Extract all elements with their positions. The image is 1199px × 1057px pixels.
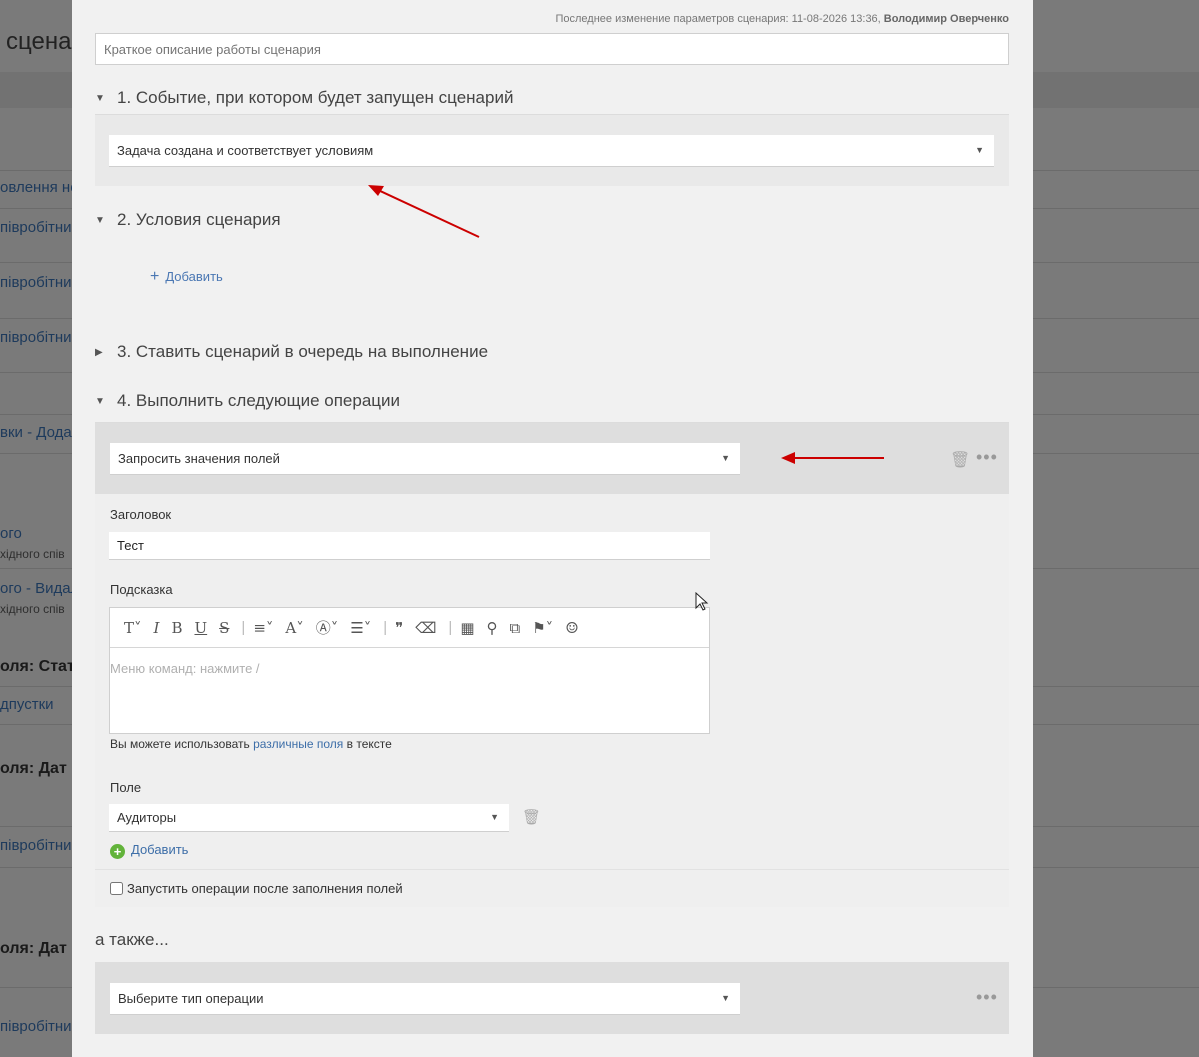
quote-icon[interactable]: ❞ xyxy=(395,619,403,637)
underline-icon[interactable]: U xyxy=(194,619,207,637)
toolbar-separator: | xyxy=(241,619,246,636)
list-icon[interactable]: ☰˅ xyxy=(350,619,371,637)
section-event-toggle[interactable]: ▼ 1. Событие, при котором будет запущен с… xyxy=(95,88,513,108)
toolbar-separator: | xyxy=(448,619,453,636)
text-size-icon[interactable]: T˅ xyxy=(124,619,142,637)
event-panel: Задача создана и соответствует условиям … xyxy=(95,115,1009,186)
heading-input[interactable]: Тест xyxy=(109,532,710,560)
section-operations-toggle[interactable]: ▼ 4. Выполнить следующие операции xyxy=(95,391,400,411)
operation-panel: Запросить значения полей ▼ 🗑 ••• xyxy=(95,423,1009,494)
embed-icon[interactable]: ⧉ xyxy=(510,619,521,637)
emoji-icon[interactable]: ☺ xyxy=(565,619,578,637)
additional-operation-panel: Выберите тип операции ▼ ••• xyxy=(95,962,1009,1034)
fields-link[interactable]: различные поля xyxy=(253,737,343,751)
hint-text-after: в тексте xyxy=(346,737,392,751)
editor-toolbar: T˅ I B U S | ≡˅ A˅ Ⓐ˅ ☰˅ | ❞ ⌫ | ▦ ⚲ ⧉ ⚑… xyxy=(110,608,709,648)
bg-row: овлення не xyxy=(0,179,79,196)
section-conditions-toggle[interactable]: ▼ 2. Условия сценария xyxy=(95,210,281,230)
heading-label: Заголовок xyxy=(110,507,172,522)
clear-format-icon[interactable]: ⌫ xyxy=(415,619,436,637)
bg-row-sub: хідного спів xyxy=(0,602,65,616)
section-queue-toggle[interactable]: ▶ 3. Ставить сценарий в очередь на выполн… xyxy=(95,342,488,362)
run-after-label: Запустить операции после заполнения поле… xyxy=(127,881,403,896)
more-options-icon[interactable]: ••• xyxy=(976,987,998,1008)
field-select-value: Аудиторы xyxy=(117,810,177,825)
strikethrough-icon[interactable]: S xyxy=(219,619,229,637)
add-condition-label: Добавить xyxy=(165,269,223,284)
trash-icon[interactable]: 🗑 xyxy=(522,808,541,826)
chevron-down-icon: ▼ xyxy=(490,812,499,822)
section-conditions-title: 2. Условия сценария xyxy=(117,210,281,229)
also-title: а также... xyxy=(95,930,169,949)
bg-row: ого xyxy=(0,525,22,542)
field-select[interactable]: Аудиторы ▼ xyxy=(109,804,509,832)
bg-page-title: сцена xyxy=(6,28,72,55)
chevron-down-icon: ▼ xyxy=(975,145,984,155)
font-color-icon[interactable]: A˅ xyxy=(285,619,303,637)
operation-type-placeholder: Выберите тип операции xyxy=(118,991,264,1006)
chevron-down-icon: ▼ xyxy=(721,993,730,1003)
hint-help-text: Вы можете использовать различные поля в … xyxy=(110,737,392,751)
hint-text-before: Вы можете использовать xyxy=(110,737,250,751)
hint-editor[interactable]: T˅ I B U S | ≡˅ A˅ Ⓐ˅ ☰˅ | ❞ ⌫ | ▦ ⚲ ⧉ ⚑… xyxy=(109,607,710,734)
operation-select-value: Запросить значения полей xyxy=(118,451,280,466)
bg-group-header: оля: Стат xyxy=(0,658,75,675)
caret-down-icon: ▼ xyxy=(95,215,105,227)
toolbar-separator: | xyxy=(383,619,388,636)
link-icon[interactable]: ⚲ xyxy=(487,619,498,637)
heading-input-value: Тест xyxy=(117,538,144,553)
add-field-link[interactable]: + Добавить xyxy=(110,842,188,859)
section-event-title: 1. Событие, при котором будет запущен сц… xyxy=(117,88,514,107)
last-modified-user: Володимир Оверченко xyxy=(883,13,1009,25)
last-modified-info: Последнее изменение параметров сценария:… xyxy=(555,13,1009,25)
run-after-checkbox[interactable] xyxy=(110,882,123,895)
run-after-option[interactable]: Запустить операции после заполнения поле… xyxy=(110,881,403,896)
chevron-down-icon: ▼ xyxy=(721,453,730,463)
run-after-row: Запустить операции после заполнения поле… xyxy=(95,869,1009,907)
event-select[interactable]: Задача создана и соответствует условиям … xyxy=(109,135,994,167)
hint-label: Подсказка xyxy=(110,582,173,597)
plus-icon: + xyxy=(150,268,160,285)
add-field-label: Добавить xyxy=(131,842,189,857)
bold-icon[interactable]: B xyxy=(171,619,182,637)
bg-group-header: оля: Дат xyxy=(0,940,67,957)
align-icon[interactable]: ≡˅ xyxy=(253,619,273,637)
section-operations-title: 4. Выполнить следующие операции xyxy=(117,391,400,410)
caret-down-icon: ▼ xyxy=(95,396,105,408)
caret-down-icon: ▼ xyxy=(95,93,105,105)
section-queue-title: 3. Ставить сценарий в очередь на выполне… xyxy=(117,342,489,361)
event-select-value: Задача создана и соответствует условиям xyxy=(117,143,374,158)
operation-select[interactable]: Запросить значения полей ▼ xyxy=(110,443,740,475)
plus-circle-icon: + xyxy=(110,844,125,859)
bg-row-sub: хідного спів xyxy=(0,547,65,561)
operation-type-select[interactable]: Выберите тип операции ▼ xyxy=(110,983,740,1015)
bg-row: дпустки xyxy=(0,696,54,713)
bookmark-icon[interactable]: ⚑˅ xyxy=(532,619,553,637)
bg-group-header: оля: Дат xyxy=(0,760,67,777)
italic-icon[interactable]: I xyxy=(154,619,160,637)
last-modified-text: Последнее изменение параметров сценария:… xyxy=(555,13,881,25)
trash-icon[interactable]: 🗑 xyxy=(950,450,970,470)
table-icon[interactable]: ▦ xyxy=(460,619,474,637)
more-options-icon[interactable]: ••• xyxy=(976,447,998,468)
highlight-icon[interactable]: Ⓐ˅ xyxy=(316,617,339,638)
bg-row: вки - Додав xyxy=(0,424,80,441)
mouse-cursor-icon xyxy=(695,592,709,611)
field-label: Поле xyxy=(110,780,142,795)
bg-row: ого - Видал xyxy=(0,580,80,597)
caret-right-icon: ▶ xyxy=(95,347,103,359)
description-input[interactable] xyxy=(95,33,1009,65)
scenario-modal: Последнее изменение параметров сценария:… xyxy=(72,0,1033,1057)
editor-placeholder: Меню команд: нажмите / xyxy=(110,661,260,676)
add-condition-link[interactable]: + Добавить xyxy=(150,268,223,286)
